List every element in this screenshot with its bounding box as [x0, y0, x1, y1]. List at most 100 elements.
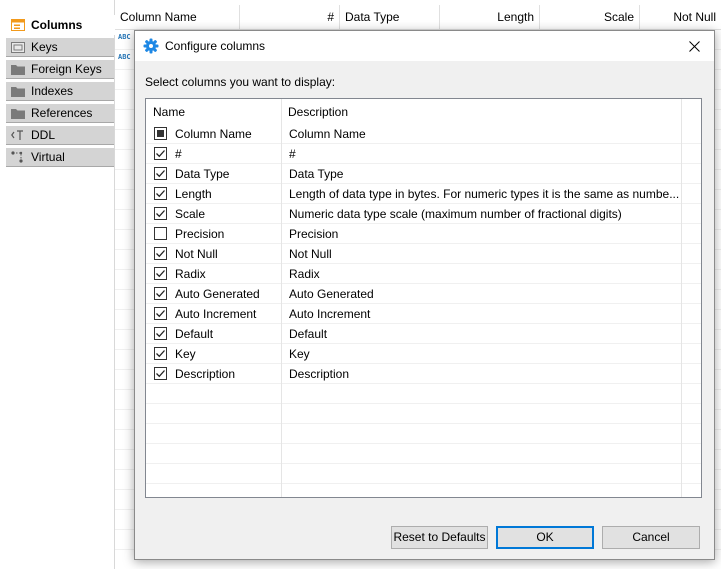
columns-table-header: Name Description [146, 99, 701, 125]
tab-label: Keys [31, 40, 58, 54]
check-icon [156, 170, 165, 178]
ok-button[interactable]: OK [496, 526, 594, 549]
tab-columns[interactable]: Columns [6, 15, 115, 35]
column-description-cell: Not Null [289, 247, 332, 261]
grid-header: Column Name # Data Type Length Scale Not… [115, 5, 721, 30]
grid-header-column-name[interactable]: Column Name [115, 5, 240, 29]
tab-keys[interactable]: Keys [6, 37, 114, 57]
column-description-cell: Data Type [289, 167, 344, 181]
checkbox-partial[interactable] [154, 127, 167, 140]
folder-icon [10, 105, 26, 121]
column-description-cell: # [289, 147, 296, 161]
dialog-prompt: Select columns you want to display: [145, 75, 336, 89]
column-divider [681, 99, 682, 497]
column-name-cell: Length [175, 187, 212, 201]
column-divider [281, 99, 282, 497]
column-description-cell: Column Name [289, 127, 366, 141]
column-description-cell: Radix [289, 267, 320, 281]
table-row[interactable]: Auto Generated Auto Generated [146, 284, 701, 304]
column-description-cell: Numeric data type scale (maximum number … [289, 207, 622, 221]
tab-references[interactable]: References [6, 103, 114, 123]
check-icon [156, 210, 165, 218]
column-name-cell: Not Null [175, 247, 218, 261]
checkbox-checked[interactable] [154, 367, 167, 380]
check-icon [156, 310, 165, 318]
tab-label: Foreign Keys [31, 62, 102, 76]
checkbox-checked[interactable] [154, 167, 167, 180]
column-description-cell: Auto Generated [289, 287, 374, 301]
grid-header-scale[interactable]: Scale [540, 5, 640, 29]
tab-virtual[interactable]: Virtual [6, 147, 114, 167]
checkbox-checked[interactable] [154, 267, 167, 280]
check-icon [156, 350, 165, 358]
gear-icon [143, 38, 159, 54]
configure-columns-dialog: Configure columns Select columns you wan… [134, 30, 715, 560]
checkbox-checked[interactable] [154, 187, 167, 200]
checkbox-checked[interactable] [154, 327, 167, 340]
ddl-icon [10, 127, 26, 143]
column-name-cell: Data Type [175, 167, 230, 181]
column-description-cell: Length of data type in bytes. For numeri… [289, 187, 680, 201]
column-description-cell: Default [289, 327, 328, 341]
table-row[interactable]: Key Key [146, 344, 701, 364]
header-filler [682, 99, 701, 125]
column-name-cell: Column Name [175, 127, 252, 141]
column-description-cell: Key [289, 347, 310, 361]
table-row[interactable]: # # [146, 144, 701, 164]
checkbox-checked[interactable] [154, 207, 167, 220]
tab-label: References [31, 106, 93, 120]
table-row[interactable]: Not Null Not Null [146, 244, 701, 264]
check-icon [156, 330, 165, 338]
column-name-cell: # [175, 147, 182, 161]
checkbox-unchecked[interactable] [154, 227, 167, 240]
table-row[interactable]: Length Length of data type in bytes. For … [146, 184, 701, 204]
table-row[interactable]: Default Default [146, 324, 701, 344]
column-name-cell: Auto Increment [175, 307, 257, 321]
string-type-badge: ABC [118, 53, 131, 61]
table-row[interactable]: Description Description [146, 364, 701, 384]
table-row[interactable]: Data Type Data Type [146, 164, 701, 184]
table-row[interactable]: Radix Radix [146, 264, 701, 284]
table-row[interactable]: Precision Precision [146, 224, 701, 244]
tab-label: Indexes [31, 84, 74, 98]
grid-header-length[interactable]: Length [440, 5, 540, 29]
cancel-button[interactable]: Cancel [602, 526, 700, 549]
column-name-cell: Default [175, 327, 214, 341]
check-icon [156, 190, 165, 198]
virtual-icon [10, 149, 26, 165]
column-name-cell: Precision [175, 227, 225, 241]
checkbox-checked[interactable] [154, 307, 167, 320]
close-icon[interactable] [674, 31, 714, 61]
columns-icon [10, 17, 26, 33]
header-description[interactable]: Description [282, 99, 682, 125]
reset-to-defaults-button[interactable]: Reset to Defaults [391, 526, 488, 549]
checkbox-checked[interactable] [154, 347, 167, 360]
table-row[interactable]: Auto Increment Auto Increment [146, 304, 701, 324]
tab-indexes[interactable]: Indexes [6, 81, 114, 101]
checkbox-checked[interactable] [154, 287, 167, 300]
check-icon [156, 290, 165, 298]
check-icon [156, 370, 165, 378]
tab-foreign-keys[interactable]: Foreign Keys [6, 59, 114, 79]
check-icon [156, 270, 165, 278]
folder-icon [10, 83, 26, 99]
table-row[interactable]: Column Name Column Name [146, 124, 701, 144]
grid-header-not-null[interactable]: Not Null [640, 5, 721, 29]
tab-ddl[interactable]: DDL [6, 125, 114, 145]
checkbox-checked[interactable] [154, 147, 167, 160]
keys-icon [10, 39, 26, 55]
column-name-cell: Description [175, 367, 236, 381]
table-row[interactable]: Scale Numeric data type scale (maximum nu… [146, 204, 701, 224]
header-name[interactable]: Name [146, 99, 282, 125]
column-description-cell: Description [289, 367, 350, 381]
grid-header-number[interactable]: # [240, 5, 340, 29]
column-name-cell: Radix [175, 267, 206, 281]
column-name-cell: Key [175, 347, 196, 361]
columns-table: Name Description Column Name Column Name #… [145, 98, 702, 498]
checkbox-checked[interactable] [154, 247, 167, 260]
column-description-cell: Auto Increment [289, 307, 371, 321]
editor-tab-strip: Columns Keys Foreign Keys Indexes Refere… [0, 0, 115, 569]
dialog-titlebar[interactable]: Configure columns [135, 31, 714, 61]
grid-header-data-type[interactable]: Data Type [340, 5, 440, 29]
column-name-cell: Auto Generated [175, 287, 260, 301]
